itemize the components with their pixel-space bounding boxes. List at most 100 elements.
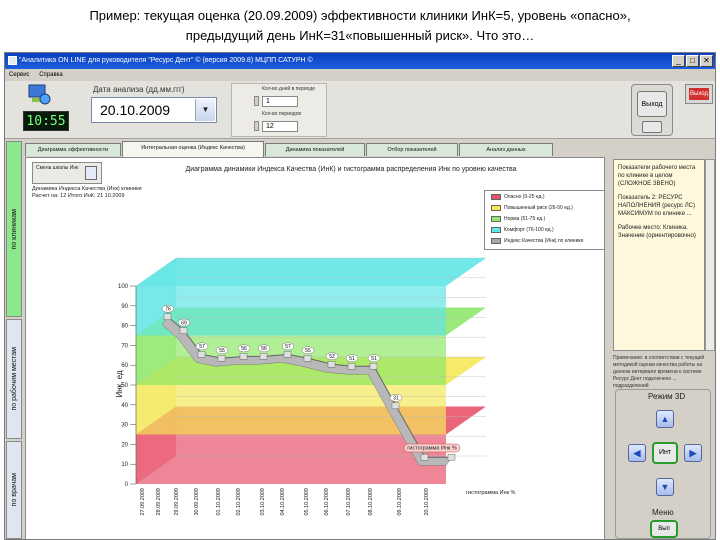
x-tick-label: 01.10.2009: [216, 488, 222, 516]
x-tick-label: 08.10.2009: [368, 488, 374, 516]
clock-display: 10:55: [23, 111, 69, 131]
param1-spinner[interactable]: [254, 96, 259, 106]
menu-exit-button[interactable]: Вып: [650, 520, 678, 538]
close-app-label: Выход: [689, 88, 709, 100]
arrow-left-icon: ◀: [633, 447, 641, 458]
x-tick-label: 30.09.2009: [194, 488, 200, 516]
x-tick-label: 07.10.2009: [346, 488, 352, 516]
y-tick-label: 70: [121, 343, 128, 349]
title-bar: "Аналитика ON LINE для руководителя "Рес…: [5, 53, 715, 69]
data-point-1: [179, 327, 188, 334]
nav-right-button[interactable]: ▶: [684, 444, 702, 462]
x-tick-label: 20.10.2009: [424, 488, 430, 516]
vtab-clinics[interactable]: по клиникам: [6, 141, 22, 317]
close-app-button[interactable]: Выход: [685, 84, 713, 104]
param2-field[interactable]: 12: [262, 121, 298, 132]
data-point-6: [283, 351, 292, 358]
nav-down-button[interactable]: ▼: [656, 478, 674, 496]
nav-up-button[interactable]: ▲: [656, 410, 674, 428]
data-point-7: [303, 355, 312, 362]
chart-legend: Опасно (0-25 ед.) Повышенный риск (26-50…: [484, 190, 604, 250]
x-tick-label: 29.09.2009: [174, 488, 180, 516]
tab-efficiency[interactable]: Диаграмма эффективности: [25, 143, 121, 156]
data-point-10: [369, 363, 378, 370]
menu-help[interactable]: Справка: [39, 72, 63, 78]
x-tick-label: 27.09.2009: [140, 488, 146, 516]
tab-selection[interactable]: Отбор показателей: [366, 143, 458, 156]
data-label-8: 52: [329, 354, 335, 360]
x-tick-label: 05.10.2009: [304, 488, 310, 516]
right-panel: Показатели рабочего места по клинике в ц…: [609, 157, 715, 539]
date-label: Дата анализа (дд.мм.ггг): [93, 85, 185, 94]
window-title: "Аналитика ON LINE для руководителя "Рес…: [19, 57, 313, 64]
nav-center-button[interactable]: Инт: [652, 442, 678, 464]
data-label-2: 57: [199, 344, 205, 350]
param2-label: Кол-во периодов: [262, 111, 302, 117]
data-label-1: 69: [181, 320, 187, 326]
x-tick-label: 09.10.2009: [397, 488, 403, 516]
data-point-4: [239, 353, 248, 360]
data-label-11: 31: [393, 396, 399, 402]
data-label-10: 51: [371, 356, 377, 362]
info-header: Показатели рабочего места по клинике в ц…: [618, 165, 696, 187]
data-label-7: 55: [305, 348, 311, 354]
info-note: Примечание: в соответствии с текущей мет…: [613, 355, 705, 389]
data-point-11: [391, 402, 400, 410]
tab-dynamics[interactable]: Динамика показателей: [265, 143, 365, 156]
data-point-2: [197, 351, 206, 358]
data-point-3: [217, 355, 226, 362]
band-top-3: [136, 258, 486, 286]
tab-analysis[interactable]: Анализ данных: [459, 143, 553, 156]
navigation-frame: Режим 3D ▲ ◀ Инт ▶ ▼ Меню Вып: [615, 389, 711, 539]
y-tick-label: 0: [125, 482, 129, 488]
y-tick-label: 60: [121, 363, 128, 369]
app-icon: [8, 56, 17, 65]
window-controls: _ □ ✕: [672, 55, 713, 67]
data-label-5: 56: [261, 346, 267, 352]
histogram-label: гистограмма Инк %: [407, 446, 457, 452]
legend-label: Комфорт (76-100 ед.): [504, 227, 554, 233]
vtab-doctors[interactable]: по врачам: [6, 441, 22, 539]
x-tick-label: 02.10.2009: [236, 488, 242, 516]
band-0: [136, 434, 446, 484]
exit-button[interactable]: Выход: [637, 91, 667, 117]
x-axis-label: гистограмма Инк %: [466, 490, 516, 496]
period-params: Кол-во дней в периоде 1 Кол-во периодов …: [231, 83, 327, 137]
tab-integral[interactable]: Интегральная оценка (Индекс Качества): [122, 141, 264, 157]
data-label-3: 55: [219, 348, 225, 354]
app-window: "Аналитика ON LINE для руководителя "Рес…: [4, 52, 716, 540]
chart-panel: Смена шкалы Инк Диаграмма динамики Индек…: [25, 157, 605, 539]
toolbar: 10:55 Дата анализа (дд.мм.ггг) 20.10.200…: [5, 81, 715, 139]
close-button[interactable]: ✕: [700, 55, 713, 67]
x-tick-label: 03.10.2009: [260, 488, 266, 516]
data-point-8: [327, 361, 336, 368]
y-tick-label: 80: [121, 324, 128, 330]
y-tick-label: 10: [121, 462, 128, 468]
exit-small-button[interactable]: [642, 121, 662, 133]
data-point-9: [347, 363, 356, 370]
param1-field[interactable]: 1: [262, 96, 298, 107]
vtab-doctors-label: по врачам: [10, 473, 18, 507]
data-point-0: [163, 313, 172, 320]
data-point-12: [420, 454, 429, 461]
maximize-button[interactable]: □: [686, 55, 699, 67]
arrow-right-icon: ▶: [689, 447, 697, 458]
data-label-6: 57: [285, 344, 291, 350]
menu-bar: Сервис Справка: [5, 69, 715, 81]
legend-label: Индекс Качества (Инк) по клинике: [504, 238, 584, 244]
menu-service[interactable]: Сервис: [9, 72, 30, 78]
nav-left-button[interactable]: ◀: [628, 444, 646, 462]
vtab-workplaces[interactable]: по рабочим местам: [6, 319, 22, 439]
info-scrollbar[interactable]: [705, 159, 715, 351]
data-point-5: [259, 353, 268, 360]
date-dropdown-button[interactable]: ▼: [195, 99, 215, 121]
y-tick-label: 100: [118, 284, 129, 290]
legend-item-danger: Опасно (0-25 ед.): [491, 193, 545, 202]
minimize-button[interactable]: _: [672, 55, 685, 67]
mode-3d-label: Режим 3D: [648, 392, 686, 401]
x-tick-label: 28.09.2009: [156, 488, 162, 516]
param2-spinner[interactable]: [254, 121, 259, 131]
date-input[interactable]: 20.10.2009 ▼: [91, 97, 217, 123]
y-tick-label: 30: [121, 423, 128, 429]
y-axis-label: Инк, ед: [115, 370, 124, 397]
